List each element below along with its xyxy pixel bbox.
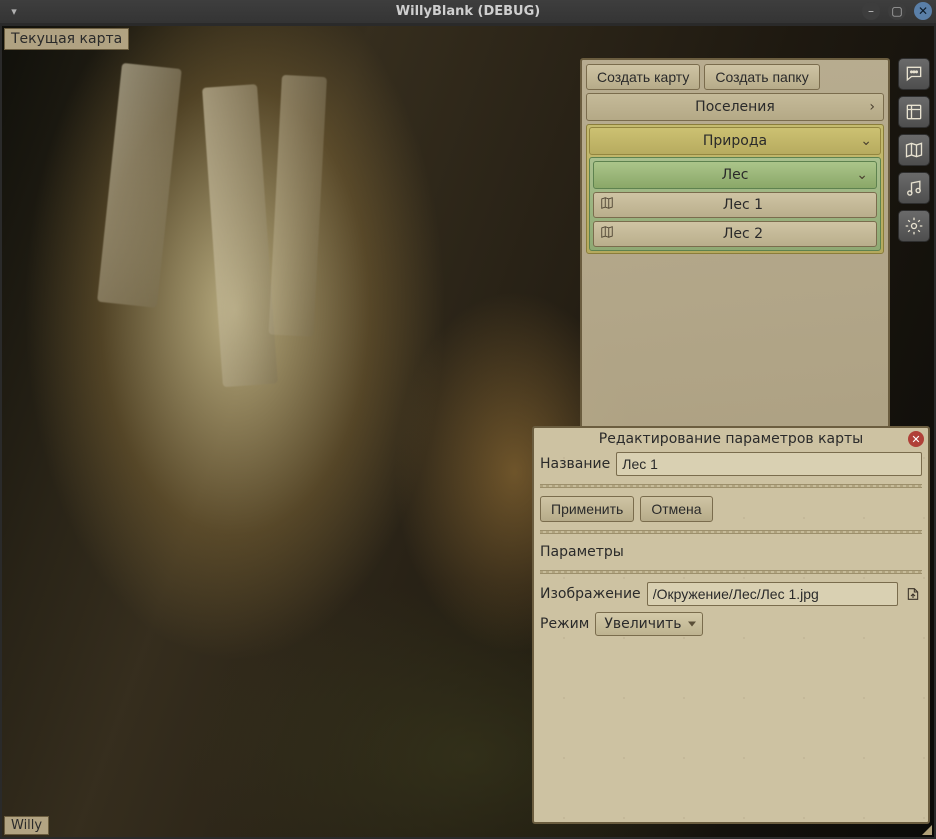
maximize-button[interactable]: ▢ bbox=[888, 2, 906, 20]
mode-label: Режим bbox=[540, 616, 589, 632]
maps-tree-panel: Создать карту Создать папку Поселения › … bbox=[580, 58, 890, 452]
side-toolbar bbox=[898, 58, 930, 242]
current-map-label: Текущая карта bbox=[4, 28, 129, 50]
chevron-down-icon: ⌄ bbox=[856, 167, 868, 183]
name-label: Название bbox=[540, 456, 610, 472]
username-label: Willy bbox=[4, 816, 49, 835]
titlebar: ▾ WillyBlank (DEBUG) – ▢ ✕ bbox=[0, 0, 936, 24]
apply-button[interactable]: Применить bbox=[540, 496, 634, 522]
dialog-title: Редактирование параметров карты ✕ bbox=[534, 428, 928, 450]
mode-select[interactable]: Увеличить bbox=[595, 612, 702, 636]
category-label: Поселения bbox=[695, 99, 775, 115]
map-item-label: Лес 1 bbox=[616, 197, 870, 213]
map-icon bbox=[600, 196, 616, 214]
category-forest[interactable]: Лес ⌄ bbox=[593, 161, 877, 189]
category-label: Природа bbox=[703, 133, 767, 149]
journal-button[interactable] bbox=[898, 96, 930, 128]
category-nature[interactable]: Природа ⌄ bbox=[589, 127, 881, 155]
dialog-close-button[interactable]: ✕ bbox=[908, 431, 924, 447]
chevron-down-icon: ⌄ bbox=[860, 133, 872, 149]
minimize-button[interactable]: – bbox=[862, 2, 880, 20]
close-window-button[interactable]: ✕ bbox=[914, 2, 932, 20]
category-label: Лес bbox=[722, 167, 749, 183]
divider bbox=[540, 570, 922, 574]
category-forest-container: Лес ⌄ Лес 1 Лес 2 bbox=[589, 157, 881, 251]
map-item-les-1[interactable]: Лес 1 bbox=[593, 192, 877, 218]
create-map-button[interactable]: Создать карту bbox=[586, 64, 700, 90]
create-folder-button[interactable]: Создать папку bbox=[704, 64, 819, 90]
client-area: Текущая карта Willy Создать карту Создат… bbox=[0, 24, 936, 839]
chevron-right-icon: › bbox=[869, 99, 875, 115]
map-button[interactable] bbox=[898, 134, 930, 166]
category-settlements[interactable]: Поселения › bbox=[586, 93, 884, 121]
browse-file-button[interactable] bbox=[904, 585, 922, 603]
name-input[interactable] bbox=[616, 452, 922, 476]
category-nature-container: Природа ⌄ Лес ⌄ Лес 1 bbox=[586, 124, 884, 254]
divider bbox=[540, 530, 922, 534]
cancel-button[interactable]: Отмена bbox=[640, 496, 712, 522]
map-item-les-2[interactable]: Лес 2 bbox=[593, 221, 877, 247]
parameters-label: Параметры bbox=[540, 542, 922, 562]
map-editor-dialog: Редактирование параметров карты ✕ Назван… bbox=[532, 426, 930, 824]
map-item-label: Лес 2 bbox=[616, 226, 870, 242]
chat-button[interactable] bbox=[898, 58, 930, 90]
image-path-input[interactable] bbox=[647, 582, 898, 606]
image-label: Изображение bbox=[540, 586, 641, 602]
divider bbox=[540, 484, 922, 488]
map-icon bbox=[600, 225, 616, 243]
music-button[interactable] bbox=[898, 172, 930, 204]
window-title: WillyBlank (DEBUG) bbox=[0, 4, 936, 19]
settings-button[interactable] bbox=[898, 210, 930, 242]
app-menu-icon[interactable]: ▾ bbox=[4, 2, 24, 22]
mode-select-value: Увеличить bbox=[604, 616, 681, 632]
dialog-title-text: Редактирование параметров карты bbox=[599, 431, 863, 447]
